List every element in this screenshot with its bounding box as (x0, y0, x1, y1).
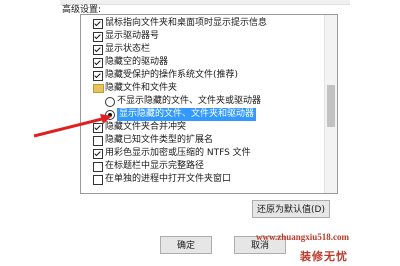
radio-button-checked[interactable] (105, 110, 115, 120)
list-item-label: 隐藏空的驱动器 (105, 57, 169, 67)
checkbox[interactable] (93, 162, 103, 172)
list-item[interactable]: 鼠标指向文件夹和桌面项时显示提示信息 (81, 17, 321, 30)
list-item[interactable]: 隐藏已知文件类型的扩展名 (81, 134, 321, 147)
list-item[interactable]: 显示驱动器号 (81, 30, 321, 43)
list-item[interactable]: 在标题栏中显示完整路径 (81, 160, 321, 173)
restore-defaults-button[interactable]: 还原为默认值(D) (252, 200, 330, 218)
list-item-label: 在标题栏中显示完整路径 (105, 161, 205, 171)
list-item-label: 不显示隐藏的文件、文件夹或驱动器 (117, 96, 262, 106)
ok-button[interactable]: 确定 (160, 236, 212, 254)
list-item[interactable]: 在单独的进程中打开文件夹窗口 (81, 173, 321, 186)
list-item[interactable]: 隐藏空的驱动器 (81, 56, 321, 69)
dialog-top-edge (60, 0, 350, 5)
checkbox[interactable] (93, 136, 103, 146)
list-item-selected[interactable]: 显示隐藏的文件、文件夹和驱动器 (81, 108, 321, 121)
list-item-label: 在单独的进程中打开文件夹窗口 (105, 174, 232, 184)
checkbox[interactable] (93, 71, 103, 81)
list-item-label: 隐藏受保护的操作系统文件(推荐) (105, 70, 239, 80)
checkbox[interactable] (93, 58, 103, 68)
watermark-url: www.zhuangxiu518.com (256, 232, 350, 242)
list-item-label: 显示驱动器号 (105, 31, 160, 41)
list-item[interactable]: 用彩色显示加密或压缩的 NTFS 文件 (81, 147, 321, 160)
list-item[interactable]: 隐藏文件夹合并冲突 (81, 121, 321, 134)
watermark-name: 装修无忧 (300, 250, 348, 263)
advanced-settings-list[interactable]: 鼠标指向文件夹和桌面项时显示提示信息 显示驱动器号 显示状态栏 隐藏空的驱动器 … (80, 14, 338, 194)
list-item-label: 隐藏文件夹合并冲突 (105, 122, 187, 132)
list-item-label: 用彩色显示加密或压缩的 NTFS 文件 (105, 148, 251, 158)
list-item-label: 隐藏已知文件类型的扩展名 (105, 135, 214, 145)
scrollbar-thumb[interactable] (327, 85, 335, 127)
radio-button[interactable] (105, 97, 115, 107)
list-item-label: 鼠标指向文件夹和桌面项时显示提示信息 (105, 18, 268, 28)
list-item[interactable]: 显示状态栏 (81, 43, 321, 56)
checkbox[interactable] (93, 19, 103, 29)
folder-icon (93, 84, 104, 93)
checkbox[interactable] (93, 45, 103, 55)
list-item-label: 隐藏文件和文件夹 (105, 83, 178, 93)
checkbox[interactable] (93, 149, 103, 159)
checkbox[interactable] (93, 123, 103, 133)
checkbox[interactable] (93, 32, 103, 42)
list-item[interactable]: 隐藏受保护的操作系统文件(推荐) (81, 69, 321, 82)
list-item-label: 显示状态栏 (105, 44, 151, 54)
list-item[interactable]: 不显示隐藏的文件、文件夹或驱动器 (81, 95, 321, 108)
list-item-label: 显示隐藏的文件、文件夹和驱动器 (117, 108, 257, 121)
vertical-scrollbar[interactable] (324, 15, 337, 193)
checkbox[interactable] (93, 175, 103, 185)
list-item-group: 隐藏文件和文件夹 (81, 82, 321, 95)
